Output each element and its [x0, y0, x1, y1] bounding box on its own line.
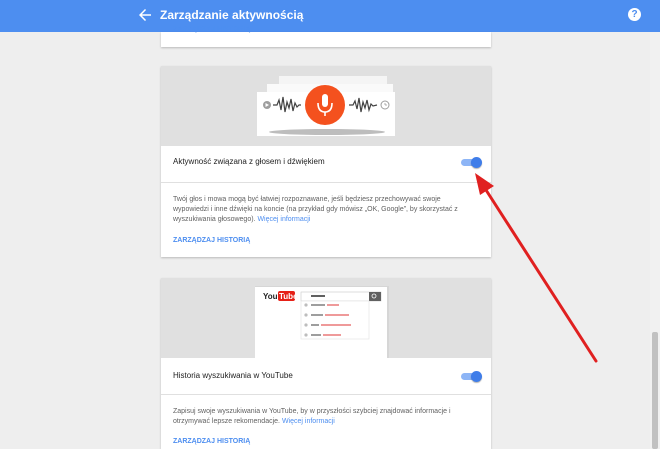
manage-history-link[interactable]: ZARZĄDZAJ HISTORIĄ: [173, 26, 250, 33]
app-bar: Zarządzanie aktywnością ?: [0, 0, 660, 32]
voice-activity-toggle[interactable]: [461, 157, 482, 168]
previous-activity-card: ZARZĄDZAJ HISTORIĄ: [161, 26, 491, 47]
voice-description: Twój głos i mowa mogą być łatwiej rozpoz…: [173, 195, 463, 225]
youtube-description: Zapisuj swoje wyszukiwania w YouTube, by…: [173, 407, 463, 427]
page-title: Zarządzanie aktywnością: [160, 8, 304, 22]
scrollbar-thumb[interactable]: [652, 332, 658, 449]
divider: [161, 182, 491, 183]
youtube-logo-tube: Tube: [279, 292, 298, 301]
divider: [161, 394, 491, 395]
voice-activity-card: Aktywność związana z głosem i dźwiękiem …: [161, 66, 491, 257]
youtube-setting-label: Historia wyszukiwania w YouTube: [173, 371, 293, 380]
page-scrollbar[interactable]: [650, 32, 660, 449]
toggle-thumb: [471, 371, 482, 382]
voice-more-info-link[interactable]: Więcej informacji: [257, 216, 310, 223]
voice-description-text: Twój głos i mowa mogą być łatwiej rozpoz…: [173, 196, 458, 223]
youtube-logo-you: You: [263, 292, 278, 301]
voice-setting-label: Aktywność związana z głosem i dźwiękiem: [173, 157, 325, 166]
youtube-history-toggle[interactable]: [461, 371, 482, 382]
youtube-illustration-graphic: You Tube: [255, 286, 389, 358]
youtube-illustration: You Tube: [161, 278, 491, 358]
youtube-more-info-link[interactable]: Więcej informacji: [282, 418, 335, 425]
help-icon[interactable]: ?: [628, 8, 641, 21]
toggle-thumb: [471, 157, 482, 168]
youtube-history-card: You Tube Historia wyszukiwania w YouTube…: [161, 278, 491, 449]
voice-illustration-graphic: [257, 76, 395, 136]
arrow-back-icon[interactable]: [136, 6, 154, 24]
voice-manage-history-link[interactable]: ZARZĄDZAJ HISTORIĄ: [173, 237, 250, 244]
voice-illustration: [161, 66, 491, 146]
youtube-manage-history-link[interactable]: ZARZĄDZAJ HISTORIĄ: [173, 438, 250, 445]
